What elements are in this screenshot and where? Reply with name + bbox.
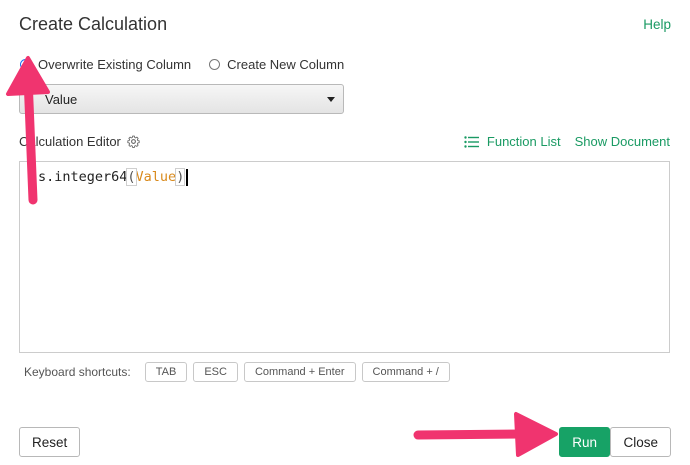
column-select[interactable]: Value — [19, 84, 344, 114]
show-document-link[interactable]: Show Document — [575, 134, 670, 149]
shortcut-tab: TAB — [144, 362, 188, 382]
shortcut-command-enter: Command + Enter — [243, 362, 356, 382]
mode-radio-group: Overwrite Existing Column Create New Col… — [20, 57, 344, 72]
text-cursor — [186, 168, 188, 186]
code-open-paren: ( — [126, 168, 137, 186]
list-icon — [464, 135, 479, 148]
create-new-column-option[interactable]: Create New Column — [209, 57, 344, 72]
close-button[interactable]: Close — [610, 427, 671, 457]
run-button[interactable]: Run — [559, 427, 610, 457]
help-link[interactable]: Help — [643, 17, 671, 32]
code-close-paren: ) — [175, 168, 186, 186]
code-line: s.integer64(Value) — [38, 168, 188, 186]
code-function: s.integer64 — [38, 169, 128, 185]
annotation-arrow-right-icon — [413, 412, 558, 457]
create-new-radio-label: Create New Column — [227, 57, 345, 72]
editor-label-row: Calculation Editor — [19, 134, 140, 149]
overwrite-radio-label: Overwrite Existing Column — [38, 57, 192, 72]
keyboard-shortcuts-label: Keyboard shortcuts: — [24, 365, 131, 379]
shortcut-esc: ESC — [193, 362, 238, 382]
gear-icon[interactable] — [127, 135, 140, 148]
code-argument: Value — [135, 169, 177, 185]
function-list-label: Function List — [486, 134, 561, 149]
create-calculation-dialog: Create Calculation Help Overwrite Existi… — [0, 0, 690, 465]
keyboard-shortcuts: Keyboard shortcuts: TAB ESC Command + En… — [24, 362, 450, 382]
calculation-editor[interactable]: s.integer64(Value) — [19, 161, 670, 353]
dialog-title: Create Calculation — [19, 14, 168, 34]
function-list-link[interactable]: Function List — [464, 134, 561, 149]
editor-links: Function List Show Document — [464, 134, 670, 149]
overwrite-existing-column-option[interactable]: Overwrite Existing Column — [20, 57, 191, 72]
overwrite-radio[interactable] — [20, 59, 31, 70]
create-new-radio[interactable] — [209, 59, 221, 70]
reset-button[interactable]: Reset — [19, 427, 81, 457]
chevron-down-icon — [327, 96, 335, 102]
shortcut-command-slash: Command + / — [361, 362, 450, 382]
editor-label: Calculation Editor — [19, 134, 121, 149]
column-select-value: Value — [45, 91, 78, 107]
